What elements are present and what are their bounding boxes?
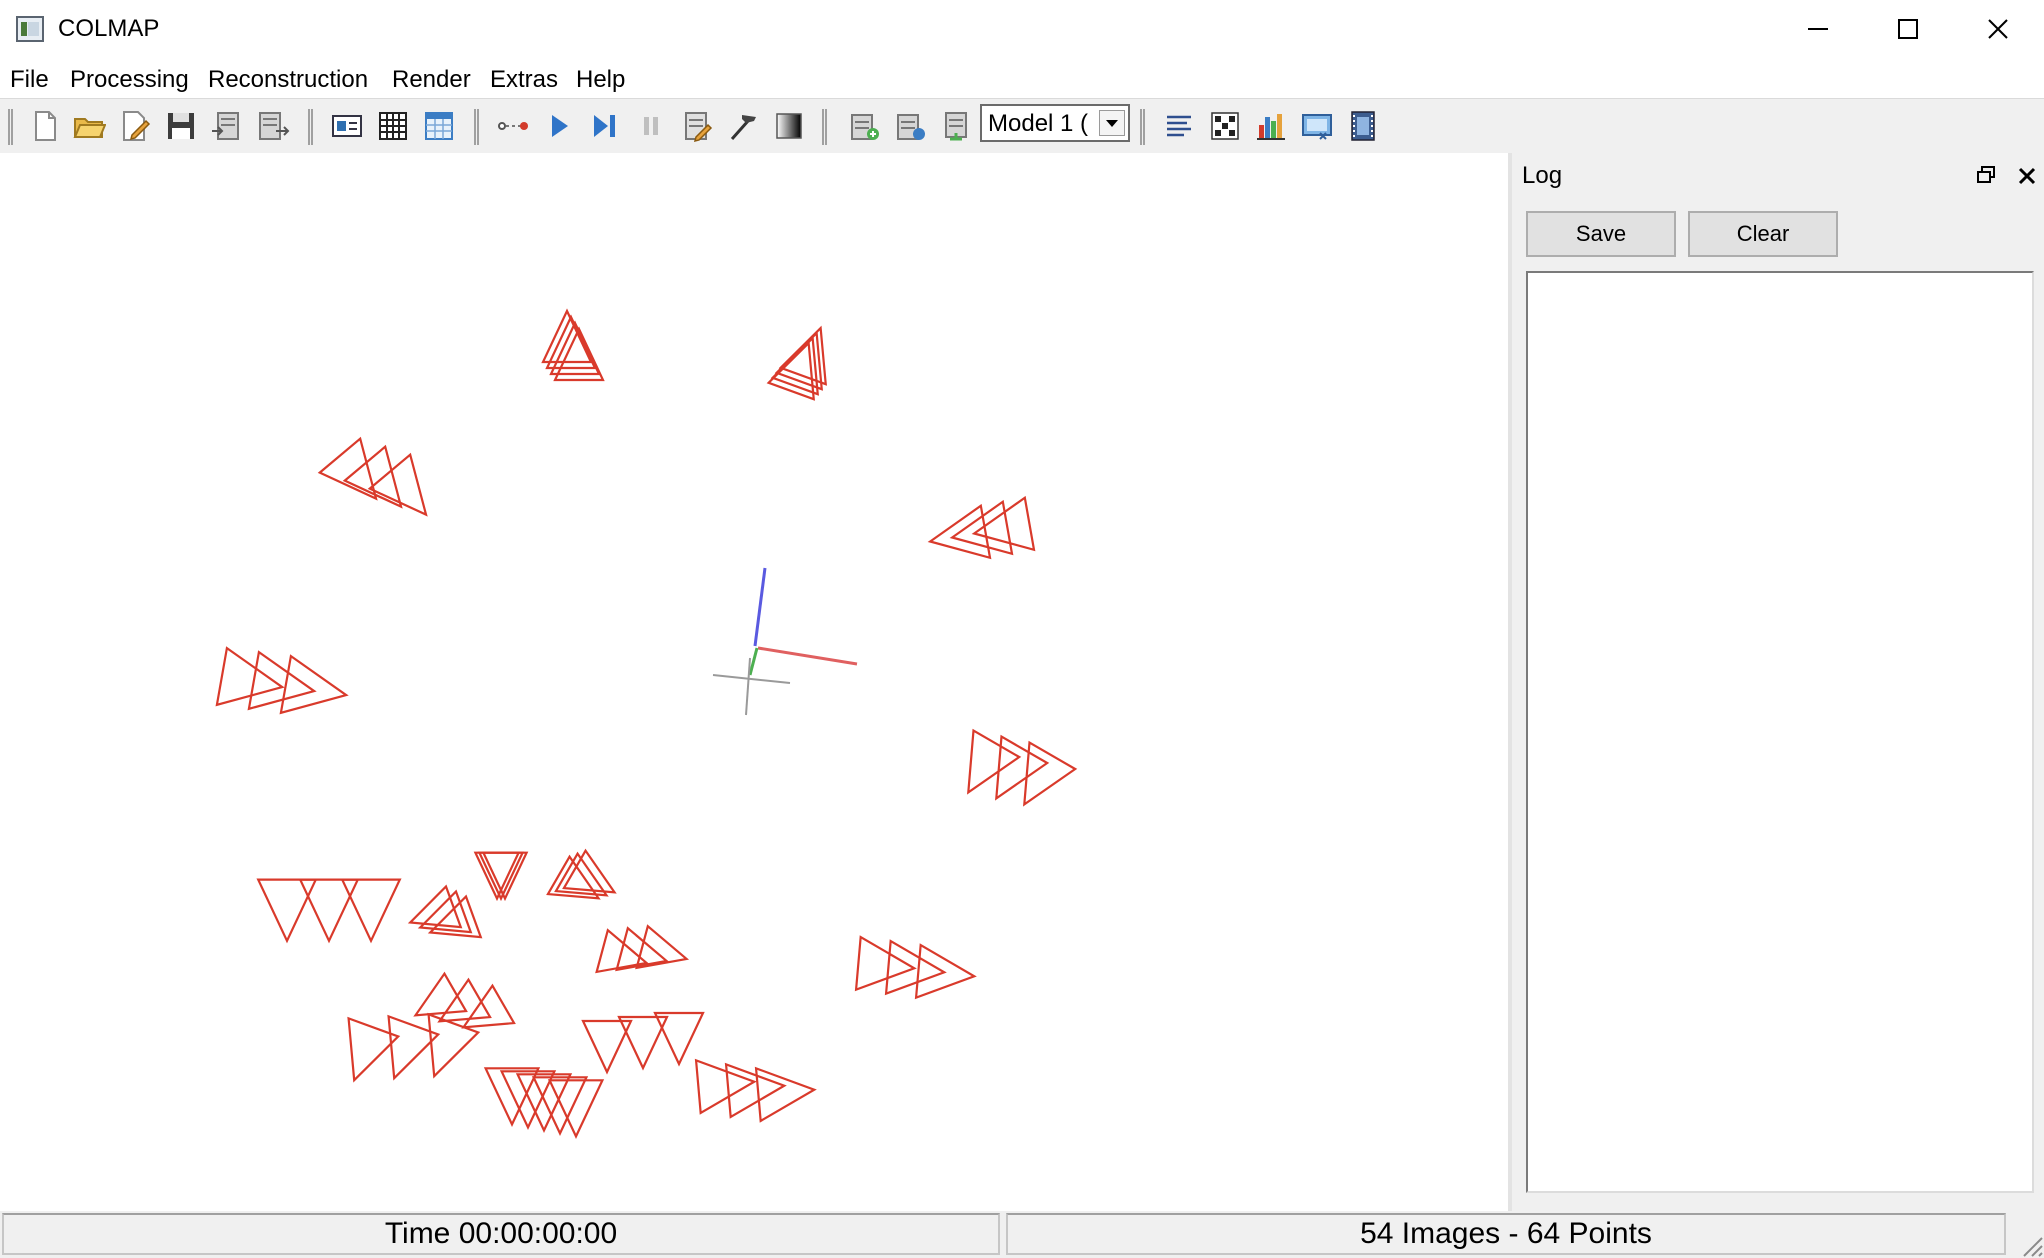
camera-frustum bbox=[545, 314, 597, 370]
camera-frustums bbox=[215, 308, 1078, 1139]
match-matrix-icon[interactable] bbox=[1208, 109, 1242, 143]
camera-frustum bbox=[340, 878, 402, 944]
save-project-icon[interactable] bbox=[164, 109, 198, 143]
reconstruction-options-icon[interactable] bbox=[680, 109, 714, 143]
save-log-button[interactable]: Save bbox=[1526, 211, 1676, 257]
import-model-icon[interactable] bbox=[210, 109, 244, 143]
log-text-area[interactable] bbox=[1526, 271, 2034, 1193]
toolbar-grip-icon[interactable] bbox=[8, 109, 14, 145]
maximize-icon bbox=[1898, 19, 1918, 39]
resize-grip-icon[interactable] bbox=[2014, 1228, 2044, 1258]
camera-frustum bbox=[387, 1014, 441, 1081]
menu-help[interactable]: Help bbox=[576, 66, 625, 94]
log-dock-panel: Log Save Clear bbox=[1508, 153, 2044, 1211]
menu-extras[interactable]: Extras bbox=[490, 66, 558, 94]
dense-reconstruction-icon[interactable] bbox=[772, 109, 806, 143]
camera-frustum bbox=[483, 1067, 541, 1127]
reconstruction-stats-icon[interactable] bbox=[1162, 109, 1196, 143]
model-statistics-icon[interactable] bbox=[1254, 109, 1288, 143]
clear-log-button[interactable]: Clear bbox=[1688, 211, 1838, 257]
axis-x bbox=[757, 646, 858, 666]
camera-frustum bbox=[754, 1066, 817, 1123]
axis-neg-y bbox=[745, 657, 751, 716]
camera-frustum bbox=[256, 878, 318, 944]
toolbar-grip-icon[interactable] bbox=[474, 109, 480, 145]
menu-bar: File Processing Reconstruction Render Ex… bbox=[0, 58, 2044, 98]
pause-reconstruction-icon[interactable] bbox=[634, 109, 668, 143]
menu-file[interactable]: File bbox=[10, 66, 49, 94]
axis-neg-x bbox=[712, 674, 791, 684]
camera-frustum bbox=[342, 444, 403, 509]
camera-frustum bbox=[298, 878, 360, 944]
status-time: Time 00:00:00:00 bbox=[2, 1213, 1000, 1255]
database-management-icon[interactable] bbox=[422, 109, 456, 143]
toolbar-grip-icon[interactable] bbox=[308, 109, 314, 145]
edit-project-icon[interactable] bbox=[118, 109, 152, 143]
maximize-button[interactable] bbox=[1862, 0, 1954, 58]
minimize-button[interactable] bbox=[1772, 0, 1864, 58]
axis-z bbox=[753, 567, 767, 647]
camera-frustum bbox=[774, 330, 823, 391]
grab-image-icon[interactable] bbox=[1300, 109, 1334, 143]
step-reconstruction-icon[interactable] bbox=[588, 109, 622, 143]
start-reconstruction-icon[interactable] bbox=[542, 109, 576, 143]
model-viewer-canvas[interactable] bbox=[0, 153, 1508, 1211]
bundle-adjustment-icon[interactable] bbox=[726, 109, 760, 143]
automatic-reconstruction-icon[interactable] bbox=[496, 109, 530, 143]
close-button[interactable] bbox=[1952, 0, 2044, 58]
camera-frustum bbox=[215, 646, 285, 707]
camera-frustum bbox=[279, 654, 349, 715]
model-selector-value: Model 1 ( bbox=[988, 110, 1089, 137]
model-selector[interactable]: Model 1 ( bbox=[980, 104, 1130, 142]
log-panel-title: Log bbox=[1522, 162, 1563, 189]
window-title: COLMAP bbox=[58, 15, 160, 42]
minimize-icon bbox=[1808, 28, 1828, 30]
close-dock-icon[interactable] bbox=[2014, 163, 2040, 189]
camera-frustum bbox=[367, 452, 428, 517]
export-model-icon[interactable] bbox=[256, 109, 290, 143]
camera-frustum bbox=[347, 1016, 401, 1083]
close-icon bbox=[1988, 19, 2008, 39]
camera-frustum bbox=[967, 728, 1022, 795]
camera-frustum bbox=[427, 1012, 481, 1079]
feature-matching-icon[interactable] bbox=[376, 109, 410, 143]
camera-frustum bbox=[635, 924, 690, 970]
dropdown-arrow[interactable] bbox=[1099, 110, 1125, 136]
camera-frustum bbox=[914, 943, 977, 1000]
menu-reconstruction[interactable]: Reconstruction bbox=[208, 66, 368, 94]
feature-extraction-icon[interactable] bbox=[330, 109, 364, 143]
render-options-icon[interactable] bbox=[940, 109, 974, 143]
camera-frustum bbox=[995, 734, 1050, 801]
title-bar: COLMAP bbox=[0, 0, 2044, 58]
menu-render[interactable]: Render bbox=[392, 66, 471, 94]
axis-y bbox=[748, 647, 759, 676]
float-dock-icon[interactable] bbox=[1974, 163, 2000, 189]
camera-frustum bbox=[653, 1011, 705, 1067]
camera-frustum bbox=[461, 983, 516, 1029]
render-now-icon[interactable] bbox=[894, 109, 928, 143]
toolbar-grip-icon[interactable] bbox=[822, 109, 828, 145]
menu-processing[interactable]: Processing bbox=[70, 66, 189, 94]
colmap-app-icon bbox=[16, 16, 44, 42]
chevron-down-icon bbox=[1106, 120, 1118, 127]
status-stats: 54 Images - 64 Points bbox=[1006, 1213, 2006, 1255]
scene-svg[interactable] bbox=[0, 153, 1508, 1211]
camera-frustum bbox=[247, 650, 317, 711]
grab-movie-icon[interactable] bbox=[1346, 109, 1380, 143]
camera-frustum bbox=[437, 977, 492, 1023]
new-project-icon[interactable] bbox=[28, 109, 62, 143]
status-bar: Time 00:00:00:00 54 Images - 64 Points bbox=[0, 1211, 2044, 1258]
open-project-icon[interactable] bbox=[72, 109, 106, 143]
render-toggle-icon[interactable] bbox=[848, 109, 882, 143]
toolbar-grip-icon[interactable] bbox=[1140, 109, 1146, 145]
camera-frustum bbox=[927, 503, 992, 560]
